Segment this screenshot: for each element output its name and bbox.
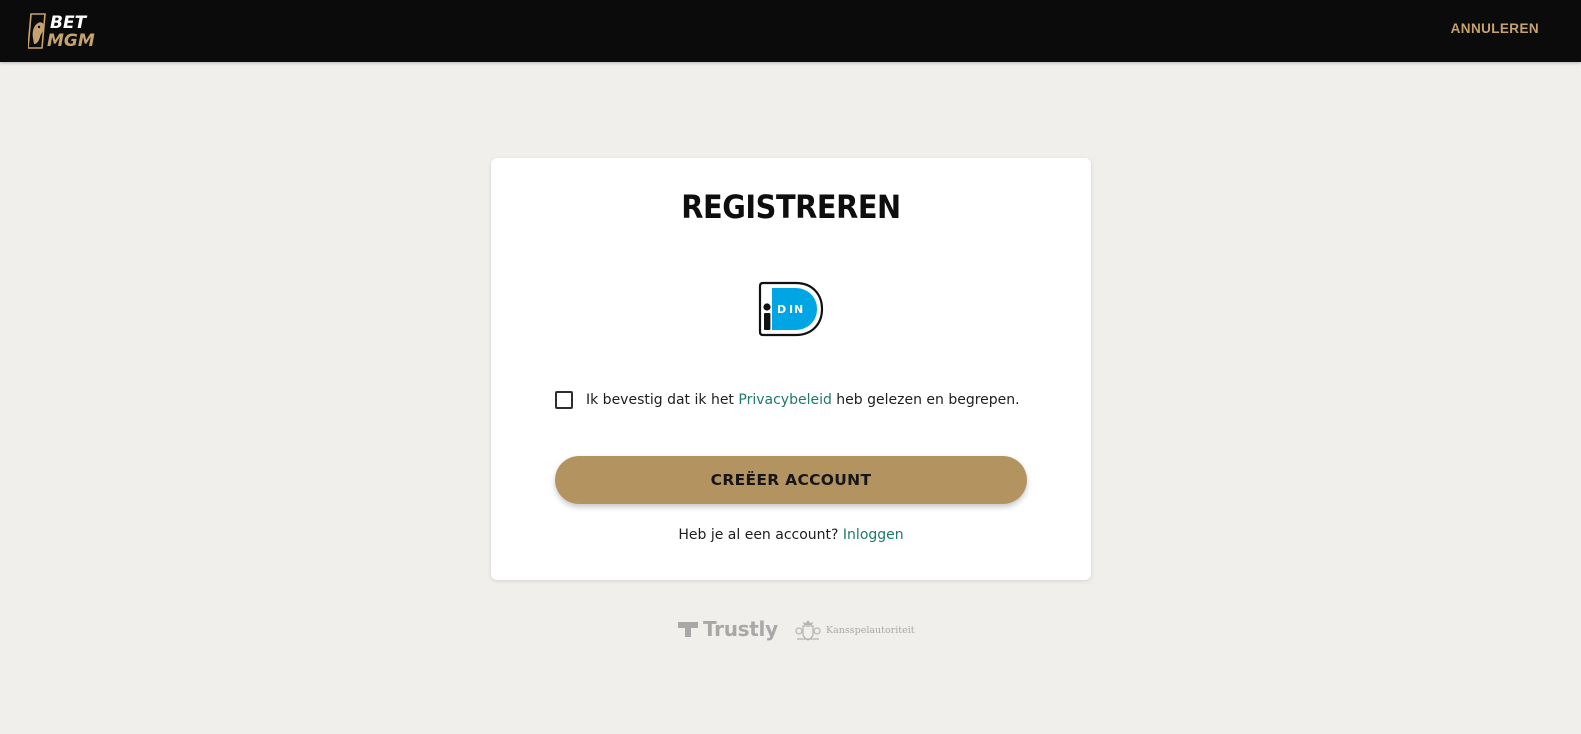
kansspelautoriteit-logo: Kansspelautoriteit: [794, 615, 915, 645]
footer-logos: Trustly Kansspelautoriteit: [0, 615, 1581, 647]
privacy-consent-checkbox[interactable]: [555, 391, 573, 409]
idin-logo[interactable]: D I N: [758, 281, 824, 337]
login-link[interactable]: Inloggen: [843, 527, 904, 543]
svg-text:D: D: [777, 303, 786, 316]
crest-icon: [795, 620, 821, 641]
login-prompt: Heb je al een account? Inloggen: [491, 527, 1091, 543]
register-card: REGISTREREN D I N Ik bevestig dat ik het…: [491, 158, 1091, 580]
page-title: REGISTREREN: [681, 188, 901, 226]
kansspelautoriteit-wordmark: Kansspelautoriteit: [826, 624, 915, 636]
betmgm-logo[interactable]: BET MGM: [28, 11, 110, 51]
consent-text-before: Ik bevestig dat ik het: [586, 392, 739, 408]
privacy-consent-row: Ik bevestig dat ik het Privacybeleid heb…: [555, 390, 1020, 410]
svg-text:I: I: [789, 303, 793, 316]
consent-text-after: heb gelezen en begrepen.: [831, 392, 1020, 408]
create-account-button[interactable]: CREËER ACCOUNT: [555, 456, 1027, 504]
cancel-link[interactable]: ANNULEREN: [1451, 21, 1539, 36]
logo-bet: BET: [50, 13, 88, 33]
logo-mgm: MGM: [47, 31, 95, 51]
top-bar: BET MGM ANNULEREN: [0, 0, 1581, 62]
privacy-policy-link[interactable]: Privacybeleid: [738, 392, 831, 408]
trustly-wordmark: Trustly: [703, 617, 778, 641]
trustly-logo: Trustly: [677, 615, 778, 643]
login-prompt-text: Heb je al een account?: [678, 527, 843, 543]
privacy-consent-label: Ik bevestig dat ik het Privacybeleid heb…: [586, 392, 1020, 408]
trustly-icon: [678, 622, 698, 637]
svg-text:N: N: [794, 303, 803, 316]
